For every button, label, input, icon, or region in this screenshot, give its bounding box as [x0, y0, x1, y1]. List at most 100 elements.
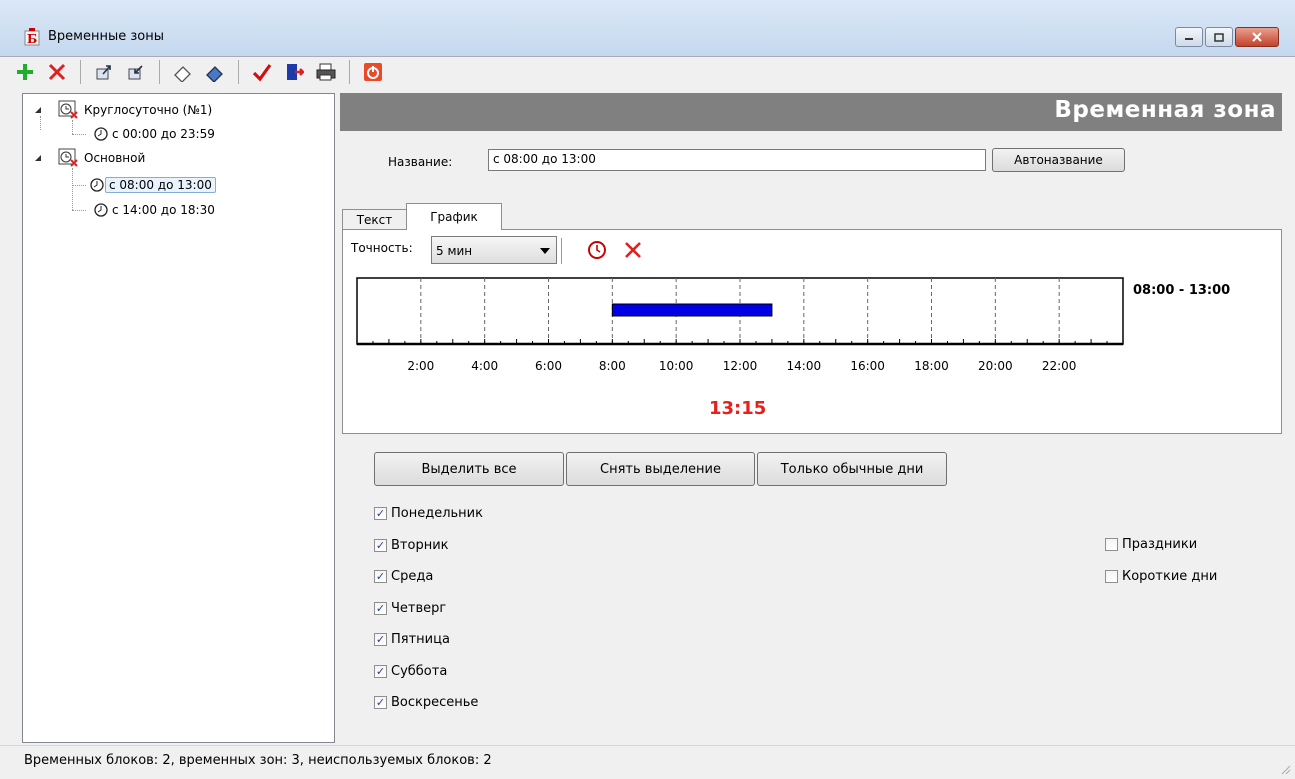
select-all-button[interactable]: Выделить все	[374, 452, 564, 486]
import-icon	[96, 65, 111, 80]
autoname-button[interactable]: Автоназвание	[992, 148, 1125, 172]
eraser-blue-icon	[206, 66, 223, 82]
day-checkbox[interactable]: Пятница	[374, 632, 450, 647]
tree-line	[72, 210, 86, 211]
chart-tick-label: 20:00	[978, 359, 1013, 373]
add-time-clock-icon[interactable]	[587, 240, 607, 260]
checkbox-box[interactable]	[374, 570, 387, 583]
checkbox-label: Вторник	[391, 537, 449, 553]
checkbox-box[interactable]	[1105, 569, 1118, 583]
eraser-icon	[174, 66, 191, 82]
printer-icon	[316, 63, 336, 81]
title-bar: Б Временные зоны	[0, 0, 1295, 57]
remove-interval-icon[interactable]	[623, 240, 643, 260]
deselect-button[interactable]: Снять выделение	[566, 452, 755, 486]
day-checkbox[interactable]: Среда	[374, 569, 433, 584]
checkbox-box[interactable]	[374, 664, 387, 678]
maximize-icon	[1214, 32, 1224, 42]
power-button[interactable]	[360, 59, 386, 85]
name-input[interactable]: с 08:00 до 13:00	[488, 149, 986, 171]
checkbox-box[interactable]	[374, 696, 387, 709]
chart-tick-label: 12:00	[723, 359, 758, 373]
toolbar-separator	[349, 60, 350, 84]
weekdays-only-button[interactable]: Только обычные дни	[757, 452, 947, 486]
toolbar-separator	[238, 60, 239, 84]
zone-clock-icon	[58, 148, 78, 167]
tree-line	[72, 120, 73, 134]
toolbar-separator	[159, 60, 160, 84]
exit-button[interactable]	[281, 59, 307, 85]
clear-button[interactable]	[170, 59, 196, 85]
apply-button[interactable]	[249, 59, 275, 85]
resize-grip-icon[interactable]	[1279, 763, 1291, 775]
edit-button[interactable]	[202, 59, 228, 85]
checkbox-box[interactable]	[1105, 538, 1118, 551]
tree-item-block[interactable]: с 14:00 до 18:30	[93, 200, 218, 220]
details-panel: Временная зона Название: с 08:00 до 13:0…	[340, 93, 1282, 741]
panel-header: Временная зона	[340, 93, 1282, 131]
checkbox-label: Праздники	[1122, 537, 1198, 552]
timezone-tree[interactable]: Круглосуточно (№1) с 00:00 до 23:59 Осно…	[22, 93, 335, 743]
clock-icon	[94, 203, 108, 217]
tree-item-label: Основной	[84, 151, 146, 165]
day-checkbox[interactable]: Четверг	[374, 601, 446, 616]
chart-tick-label: 14:00	[787, 359, 822, 373]
tree-item-label: с 00:00 до 23:59	[112, 127, 215, 141]
panel-header-title: Временная зона	[1054, 97, 1276, 123]
chart-tick-label: 8:00	[599, 359, 626, 373]
delete-icon	[48, 63, 66, 81]
expand-arrow-icon	[35, 155, 41, 161]
special-day-checkbox[interactable]: Праздники	[1105, 537, 1197, 552]
chart-bars	[611, 303, 773, 317]
tree-line	[72, 168, 73, 210]
checkbox-label: Короткие дни	[1122, 568, 1218, 584]
check-icon	[252, 64, 272, 82]
name-label: Название:	[388, 155, 453, 169]
special-day-checkbox[interactable]: Короткие дни	[1105, 569, 1217, 584]
tree-item-label: с 08:00 до 13:00	[105, 177, 216, 193]
expand-arrow-icon	[35, 107, 41, 113]
chart-tick-label: 4:00	[471, 359, 498, 373]
clock-icon	[94, 127, 108, 141]
tree-item-group[interactable]: Круглосуточно (№1)	[33, 100, 215, 120]
tree-item-label: Круглосуточно (№1)	[84, 103, 213, 117]
tab-text[interactable]: Текст	[342, 209, 407, 229]
delete-button[interactable]	[44, 59, 70, 85]
checkbox-box[interactable]	[374, 507, 387, 520]
minimize-icon	[1185, 38, 1193, 40]
checkbox-box[interactable]	[374, 601, 387, 615]
checkbox-box[interactable]	[374, 633, 387, 646]
close-icon	[1252, 32, 1262, 42]
graph-tab-panel: Точность: 5 мин 2:00 4:00 6:00 8:00 10:00 12:…	[342, 229, 1282, 434]
day-checkbox[interactable]: Суббота	[374, 664, 447, 679]
checkbox-label: Воскресенье	[391, 695, 479, 710]
day-checkbox[interactable]: Воскресенье	[374, 695, 478, 710]
precision-select[interactable]: 5 мин	[431, 236, 557, 264]
tree-line	[72, 185, 86, 186]
day-checkbox[interactable]: Вторник	[374, 538, 449, 553]
vertical-scrollbar[interactable]	[1285, 93, 1295, 741]
interval-bar[interactable]	[611, 303, 773, 317]
app-icon: Б	[24, 28, 40, 46]
day-checkbox[interactable]: Понедельник	[374, 506, 483, 521]
tab-graph[interactable]: График	[406, 203, 502, 230]
tree-item-block[interactable]: с 00:00 до 23:59	[93, 124, 218, 144]
checkbox-label: Пятница	[391, 632, 450, 647]
minimize-button[interactable]	[1175, 27, 1203, 47]
status-bar: Временных блоков: 2, временных зон: 3, н…	[0, 745, 1295, 779]
maximize-button[interactable]	[1205, 27, 1233, 47]
checkbox-label: Четверг	[391, 600, 447, 616]
checkbox-box[interactable]	[374, 538, 387, 552]
tree-item-block-selected[interactable]: с 08:00 до 13:00	[89, 175, 216, 195]
add-button[interactable]	[12, 59, 38, 85]
close-button[interactable]	[1235, 27, 1279, 47]
zone-clock-icon	[58, 100, 78, 119]
print-button[interactable]	[313, 59, 339, 85]
svg-text:Б: Б	[27, 32, 37, 46]
status-text: Временных блоков: 2, временных зон: 3, н…	[24, 753, 492, 768]
toolbar-separator	[80, 60, 81, 84]
export-button[interactable]	[123, 59, 149, 85]
main-window: Б Временные зоны Круглосуточно (№1) с 00…	[0, 0, 1295, 779]
import-button[interactable]	[91, 59, 117, 85]
tree-item-group[interactable]: Основной	[33, 148, 148, 168]
